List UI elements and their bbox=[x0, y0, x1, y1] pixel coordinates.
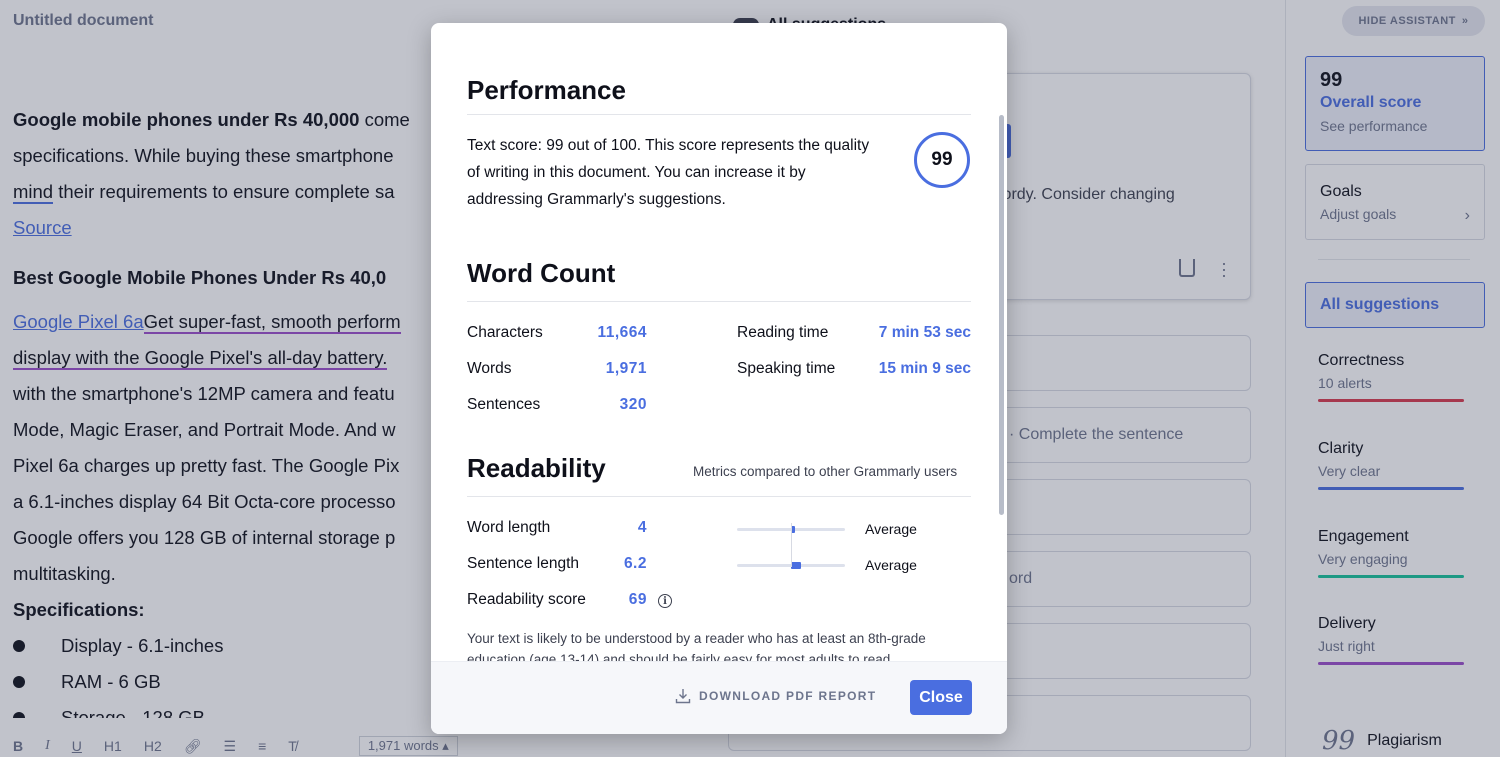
performance-title: Performance bbox=[467, 75, 626, 105]
download-label: DOWNLOAD PDF REPORT bbox=[699, 689, 877, 703]
divider bbox=[467, 496, 971, 497]
modal-content[interactable]: Performance Text score: 99 out of 100. T… bbox=[431, 23, 1007, 661]
readability-note: Metrics compared to other Grammarly user… bbox=[693, 464, 958, 479]
download-icon bbox=[675, 689, 691, 704]
reading-time-value: 7 min 53 sec bbox=[878, 324, 971, 341]
score-ring: 99 bbox=[914, 132, 970, 188]
speaking-time-label: Speaking time bbox=[737, 360, 836, 377]
download-pdf-button[interactable]: DOWNLOAD PDF REPORT bbox=[675, 688, 876, 704]
close-button[interactable]: Close bbox=[910, 680, 972, 715]
readability-description: Your text is likely to be understood by … bbox=[467, 631, 926, 661]
readability-title: Readability bbox=[467, 453, 606, 483]
characters-label: Characters bbox=[467, 324, 543, 341]
word-length-label: Word length bbox=[467, 519, 551, 536]
words-value: 1,971 bbox=[605, 360, 647, 377]
speaking-time-value: 15 min 9 sec bbox=[878, 360, 971, 377]
sentences-value: 320 bbox=[619, 396, 647, 413]
sentence-length-value: 6.2 bbox=[623, 555, 647, 572]
modal-scrollbar[interactable] bbox=[999, 115, 1004, 515]
word-count-title: Word Count bbox=[467, 258, 616, 288]
performance-description: Text score: 99 out of 100. This score re… bbox=[467, 137, 870, 208]
word-length-rating: Average bbox=[865, 521, 917, 537]
divider bbox=[467, 301, 971, 302]
meter-axis bbox=[791, 523, 792, 567]
word-length-value: 4 bbox=[637, 519, 647, 536]
info-icon[interactable]: i bbox=[658, 594, 672, 608]
modal-footer: DOWNLOAD PDF REPORT Close bbox=[431, 661, 1007, 734]
characters-value: 11,664 bbox=[597, 324, 647, 341]
divider bbox=[467, 114, 971, 115]
sentence-length-label: Sentence length bbox=[467, 555, 580, 572]
reading-time-label: Reading time bbox=[737, 324, 829, 341]
words-label: Words bbox=[467, 360, 512, 377]
performance-modal: Performance Text score: 99 out of 100. T… bbox=[431, 23, 1007, 734]
readability-score-value: 69 bbox=[628, 591, 647, 608]
meter-marker bbox=[791, 562, 801, 569]
sentences-label: Sentences bbox=[467, 396, 541, 413]
sentence-length-rating: Average bbox=[865, 557, 917, 573]
